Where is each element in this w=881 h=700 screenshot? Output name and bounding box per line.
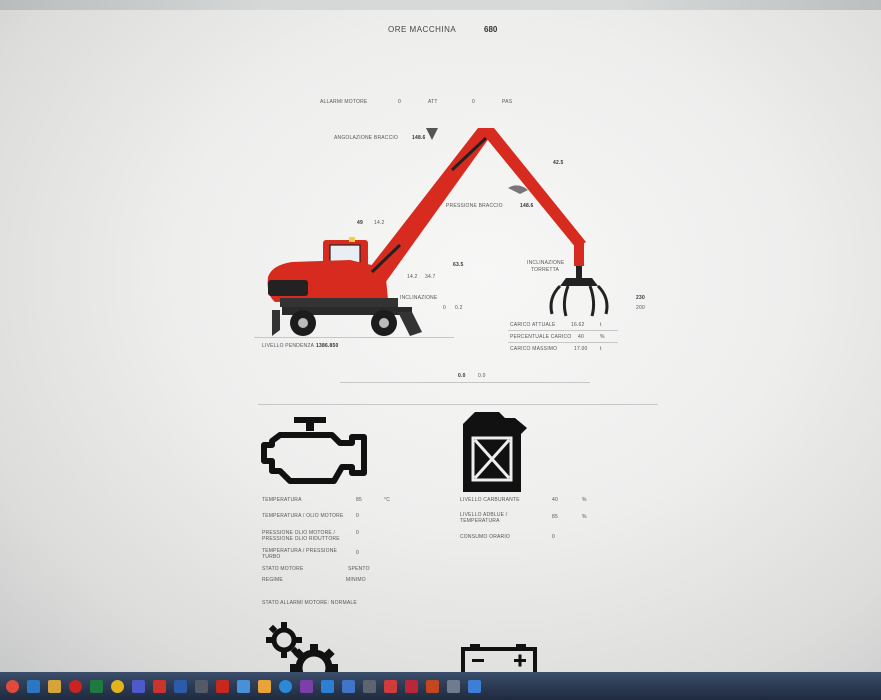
explorer-icon[interactable]	[468, 679, 481, 693]
engine-row-label: TEMPERATURA	[262, 497, 302, 503]
engine-row-value: SPENTO	[348, 566, 370, 572]
engine-row-label: STATO MOTORE	[262, 566, 304, 572]
window-icon[interactable]	[447, 679, 460, 693]
engine-row-label: TEMPERATURA / OLIO MOTORE	[262, 513, 344, 519]
fuel-row-label: LIVELLO ADBLUE / TEMPERATURA	[460, 512, 508, 524]
grapple	[549, 266, 609, 317]
app-icon[interactable]	[300, 679, 313, 693]
game-icon[interactable]	[405, 679, 418, 693]
fuel-row-label: CONSUMO ORARIO	[460, 534, 511, 540]
engine-icon	[261, 417, 367, 484]
teams-icon[interactable]	[132, 679, 145, 693]
fuel-can-icon	[463, 412, 527, 492]
chrome-icon[interactable]	[6, 679, 19, 693]
engine-row-label: PRESSIONE OLIO MOTORE / PRESSIONE OLIO R…	[262, 530, 340, 542]
ie-icon[interactable]	[27, 679, 40, 693]
pressure-indicator-icon	[508, 185, 528, 194]
engine-row-value: MINIMO	[346, 577, 366, 583]
calendar-icon[interactable]	[321, 679, 334, 693]
excel-icon[interactable]	[90, 679, 103, 693]
material-handler-image	[267, 128, 609, 336]
fuel-row-value: 85	[552, 514, 558, 520]
folder-icon[interactable]	[48, 679, 61, 693]
store-icon[interactable]	[195, 679, 208, 693]
engine-row-value: 0	[356, 513, 359, 519]
paint-icon[interactable]	[258, 679, 271, 693]
acrobat-icon[interactable]	[216, 679, 229, 693]
engine-row-label: TEMPERATURA / PRESSIONE TURBO	[262, 548, 338, 560]
boom-arm	[360, 128, 586, 290]
engine-row-value: 0	[356, 550, 359, 556]
fuel-row-label: LIVELLO CARBURANTE	[460, 497, 520, 503]
engine-row-value: 0	[356, 530, 359, 536]
mail-icon[interactable]	[153, 679, 166, 693]
word-icon[interactable]	[174, 679, 187, 693]
fuel-row-value: 40	[552, 497, 558, 503]
powerpoint-icon[interactable]	[426, 679, 439, 693]
engine-alarm-status: STATO ALLARMI MOTORE: NORMALE	[262, 600, 357, 606]
fuel-row-value: 0	[552, 534, 555, 540]
photos-icon[interactable]	[237, 679, 250, 693]
printer-icon[interactable]	[363, 679, 376, 693]
fuel-row-unit: %	[582, 514, 587, 520]
angle-indicator-icon	[426, 128, 438, 140]
security-icon[interactable]	[384, 679, 397, 693]
gears-icon	[266, 622, 338, 672]
maps-icon[interactable]	[111, 679, 124, 693]
screen: ORE MACCHINA 680 ALLARMI MOTORE 0 ATT 0 …	[0, 10, 881, 672]
engine-row-unit: °C	[384, 497, 391, 503]
taskbar	[0, 672, 881, 700]
edge-icon[interactable]	[279, 679, 292, 693]
notes-icon[interactable]	[342, 679, 355, 693]
engine-row-value: 85	[356, 497, 362, 503]
opera-icon[interactable]	[69, 679, 82, 693]
fuel-row-unit: %	[582, 497, 587, 503]
battery-icon	[461, 644, 537, 672]
engine-row-label: REGIME	[262, 577, 283, 583]
